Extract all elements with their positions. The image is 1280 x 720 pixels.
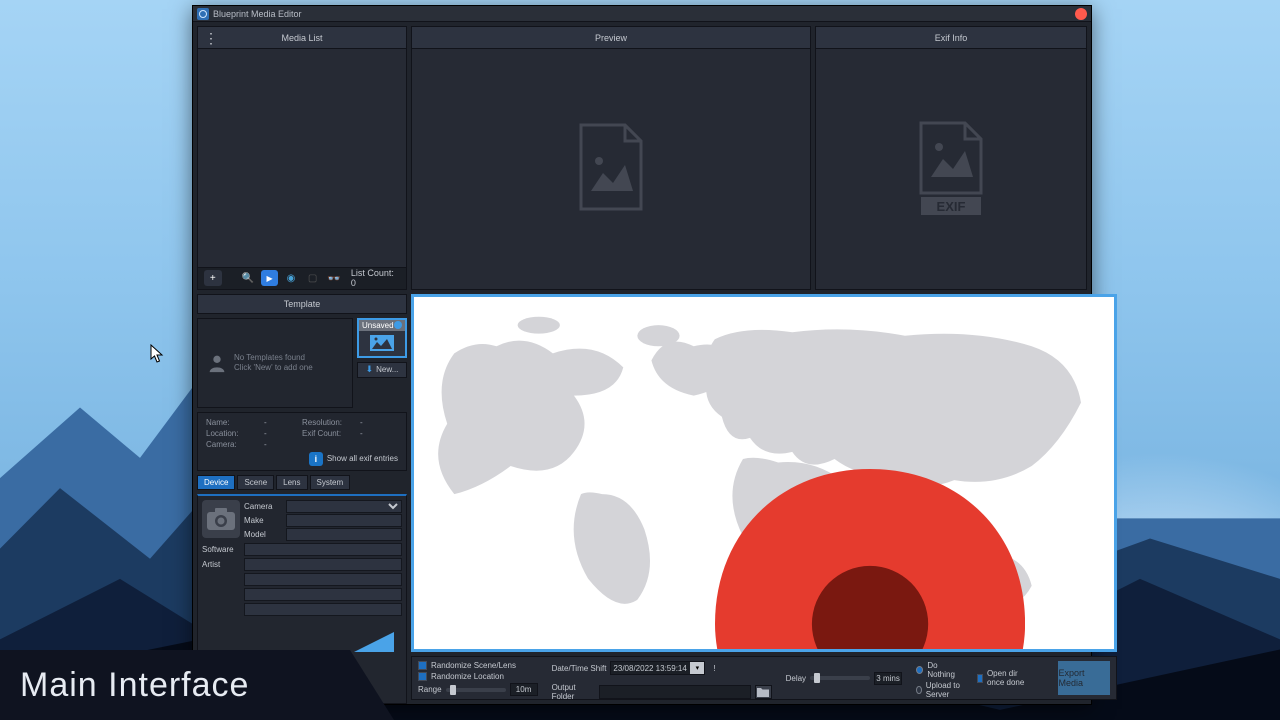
- new-template-button[interactable]: New...: [357, 362, 407, 378]
- image-icon: [369, 334, 395, 352]
- datetime-info-icon[interactable]: !: [713, 664, 715, 673]
- toggle-icon[interactable]: ▢: [304, 270, 322, 286]
- upload-server-radio[interactable]: [916, 686, 922, 694]
- output-folder-label: Output Folder: [552, 683, 596, 701]
- view-icon[interactable]: 👓: [325, 270, 343, 286]
- output-folder-input[interactable]: [599, 685, 751, 699]
- extra-field-2[interactable]: [244, 588, 402, 601]
- tab-system[interactable]: System: [310, 475, 351, 490]
- delay-slider[interactable]: [810, 676, 870, 680]
- randomize-scene-checkbox[interactable]: [418, 661, 427, 670]
- map-pin-icon: [715, 469, 1025, 652]
- video-caption-overlay: Main Interface: [0, 650, 350, 720]
- tab-lens[interactable]: Lens: [276, 475, 307, 490]
- add-media-button[interactable]: +: [204, 270, 222, 286]
- model-field[interactable]: [286, 528, 402, 541]
- range-slider[interactable]: [446, 688, 506, 692]
- export-media-button[interactable]: Export Media: [1058, 661, 1110, 695]
- datetime-input[interactable]: 23/08/2022 13:59:14▾: [610, 661, 705, 675]
- titlebar[interactable]: Blueprint Media Editor: [193, 6, 1091, 22]
- do-nothing-radio[interactable]: [916, 666, 923, 674]
- app-icon: [197, 8, 209, 20]
- camera-select[interactable]: [286, 500, 402, 513]
- software-field[interactable]: [244, 543, 402, 556]
- show-all-exif-link[interactable]: Show all exif entries: [327, 454, 398, 463]
- preview-panel: Preview: [411, 26, 811, 289]
- image-placeholder-icon: [573, 121, 649, 217]
- device-tabs: Device Scene Lens System: [197, 475, 407, 490]
- browser-icon[interactable]: ◉: [282, 270, 300, 286]
- datetime-label: Date/Time Shift: [552, 664, 607, 673]
- map-panel[interactable]: New Location: [411, 294, 1117, 652]
- extra-field-1[interactable]: [244, 573, 402, 586]
- overlay-title: Main Interface: [20, 666, 249, 705]
- browse-folder-button[interactable]: [755, 685, 771, 699]
- range-value: 10m: [510, 683, 538, 696]
- app-window: Blueprint Media Editor ⋮ Media List + 🔍 …: [192, 5, 1092, 705]
- media-list-panel: ⋮ Media List + 🔍 ▶ ◉ ▢ 👓 List Count: 0: [197, 26, 407, 289]
- svg-text:EXIF: EXIF: [937, 199, 966, 214]
- exif-title: Exif Info: [935, 33, 968, 43]
- template-info: Name:- Location:- Camera:- Resolution:- …: [197, 412, 407, 471]
- template-header: Template: [197, 294, 407, 314]
- delay-label: Delay: [786, 674, 806, 683]
- info-icon[interactable]: i: [309, 452, 323, 466]
- range-label: Range: [418, 685, 442, 694]
- make-field[interactable]: [286, 514, 402, 527]
- template-list: No Templates found Click 'New' to add on…: [197, 318, 353, 408]
- app-title: Blueprint Media Editor: [213, 9, 302, 19]
- exif-panel: Exif Info EXIF: [815, 26, 1087, 289]
- search-icon[interactable]: 🔍: [239, 270, 257, 286]
- chevron-down-icon[interactable]: ▾: [690, 662, 704, 674]
- media-toolbar: + 🔍 ▶ ◉ ▢ 👓 List Count: 0: [198, 267, 406, 289]
- open-dir-checkbox[interactable]: [977, 674, 983, 683]
- folder-icon: [757, 687, 769, 697]
- artist-field[interactable]: [244, 558, 402, 571]
- camera-icon: [202, 500, 240, 538]
- play-icon[interactable]: ▶: [261, 270, 279, 286]
- template-card-unsaved[interactable]: Unsaved: [357, 318, 407, 358]
- exif-placeholder-icon: EXIF: [913, 119, 989, 219]
- export-bar: Randomize Scene/Lens Randomize Location …: [411, 656, 1117, 700]
- delay-value: 3 mins: [874, 672, 902, 685]
- close-icon[interactable]: [1075, 8, 1087, 20]
- map-marker[interactable]: New Location: [715, 469, 1096, 652]
- tab-scene[interactable]: Scene: [237, 475, 274, 490]
- user-icon: [206, 352, 228, 374]
- preview-title: Preview: [595, 33, 627, 43]
- media-list-title: Media List: [281, 33, 322, 43]
- tab-device[interactable]: Device: [197, 475, 235, 490]
- extra-field-3[interactable]: [244, 603, 402, 616]
- list-count: List Count: 0: [351, 268, 400, 288]
- randomize-location-checkbox[interactable]: [418, 672, 427, 681]
